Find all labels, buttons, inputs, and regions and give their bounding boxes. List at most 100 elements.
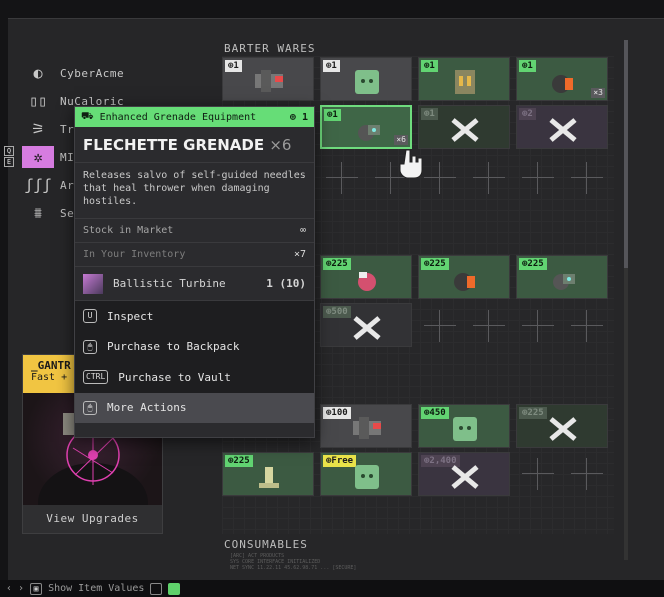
cost-badge: ⊕1: [421, 108, 438, 120]
tooltip-title: FLECHETTE GRENADE ×6: [75, 127, 314, 158]
market-slot-locked[interactable]: ⊕1: [418, 105, 510, 149]
item-multiplier: ×6: [269, 136, 292, 154]
key-hint-icon: ▣: [30, 582, 43, 595]
cost-badge: ⊕225: [519, 407, 547, 419]
cost-badge: ⊕1: [324, 109, 341, 121]
launcher-icon: [353, 417, 381, 439]
item-name: FLECHETTE GRENADE: [83, 136, 265, 154]
market-slot[interactable]: ⊕450: [418, 404, 510, 448]
purchase-vault-action[interactable]: CTRL Purchase to Vault: [75, 362, 314, 393]
toggle-on-icon[interactable]: [168, 582, 181, 595]
market-slot[interactable]: ⊕1: [418, 57, 510, 101]
vendor-name: CyberAcme: [60, 66, 125, 80]
market-slot[interactable]: ⊕1: [222, 57, 314, 101]
empty-slot-icon: [473, 162, 505, 194]
locked-icon: [549, 118, 577, 142]
purchase-backpack-action[interactable]: 🖱 Purchase to Backpack: [75, 332, 314, 363]
cost-row: Ballistic Turbine 1 (10): [75, 266, 314, 300]
green-crate-icon: [453, 417, 477, 441]
frag-grenade-icon: [454, 273, 475, 291]
nucaloric-logo-icon: ▯▯: [28, 92, 48, 110]
vendor-name: MI: [60, 150, 75, 164]
stock-label: Stock in Market: [83, 225, 174, 236]
scrollbar-thumb[interactable]: [624, 40, 628, 268]
cost-badge: ⊕450: [421, 407, 449, 419]
ctrl-click-icon: CTRL: [83, 370, 109, 385]
market-scrollbar[interactable]: [624, 40, 628, 560]
flechette-grenade-icon: [358, 125, 380, 141]
key-hint-icon: Q: [4, 146, 14, 156]
cyberacme-logo-icon: ◐: [33, 64, 43, 82]
empty-slot-icon: [473, 310, 505, 342]
tooltip-actions: U Inspect 🖱 Purchase to Backpack CTRL Pu…: [75, 300, 314, 423]
frag-grenade-icon: [552, 75, 573, 93]
action-label: Purchase to Backpack: [107, 340, 240, 354]
locked-icon: [451, 465, 479, 489]
cost-badge: ⊕225: [421, 258, 449, 270]
hint-bar: ‹ › ▣ Show Item Values: [0, 580, 664, 597]
market-slot-locked[interactable]: ⊕2: [516, 105, 608, 149]
empty-slot-icon: [522, 458, 554, 490]
market-slot[interactable]: ⊕1 ×3: [516, 57, 608, 101]
market-slot[interactable]: ⊕225: [418, 255, 510, 299]
cost-badge: ⊕2: [519, 108, 536, 120]
market-slot[interactable]: ⊕1: [320, 57, 412, 101]
market-slot[interactable]: ⊕Free: [320, 452, 412, 496]
stock-value: ∞: [299, 225, 306, 236]
market-slot-locked[interactable]: ⊕2,400: [418, 452, 510, 496]
vendor-cyberacme[interactable]: ◐ CyberAcme: [22, 60, 162, 86]
key-u-icon: U: [83, 309, 97, 324]
vendor-name: Ar: [60, 178, 75, 192]
quantity-label: ×6: [394, 135, 408, 145]
cost-item-name: Ballistic Turbine: [113, 277, 226, 290]
cost-badge: ⊕1: [323, 60, 340, 72]
empty-slot-icon: [424, 162, 456, 194]
cost-value: 1 (10): [266, 277, 306, 290]
green-crate-icon: [355, 465, 379, 489]
market-slot[interactable]: ⊕225: [516, 255, 608, 299]
market-slot[interactable]: ⊕225: [222, 452, 314, 496]
action-label: More Actions: [107, 401, 187, 415]
locked-icon: [353, 316, 381, 340]
cost-badge: ⊕225: [519, 258, 547, 270]
tab-switch-keys: Q E: [4, 146, 16, 168]
cost-badge: ⊕500: [323, 306, 351, 318]
market-slot-locked[interactable]: ⊕500: [320, 303, 412, 347]
cost-badge: ⊕1: [225, 60, 242, 72]
item-tooltip: ⛟ Enhanced Grenade Equipment ⊕ 1 FLECHET…: [74, 106, 315, 438]
action-label: Purchase to Vault: [118, 370, 231, 384]
grenade-category-icon: ⛟: [81, 110, 94, 122]
locked-icon: [451, 118, 479, 142]
ballistic-turbine-icon: [83, 273, 103, 294]
inspect-action[interactable]: U Inspect: [75, 301, 314, 332]
empty-slot-icon: [424, 310, 456, 342]
pink-grenade-icon: [358, 272, 376, 291]
market-slot[interactable]: ⊕100: [320, 404, 412, 448]
inventory-row: In Your Inventory ×7: [75, 242, 314, 266]
mouse-right-click-icon: 🖱: [83, 400, 97, 415]
tooltip-description: Releases salvo of self-guided needles th…: [75, 162, 314, 218]
action-label: Inspect: [107, 309, 154, 323]
empty-slot-icon: [571, 162, 603, 194]
market-slot-selected[interactable]: ⊕1 ×6: [320, 105, 412, 149]
quantity-label: ×3: [591, 88, 605, 98]
cost-badge: ⊕225: [225, 455, 253, 467]
ammo-pack-icon: [455, 70, 475, 94]
cost-badge: ⊕1: [421, 60, 438, 72]
green-crate-icon: [355, 70, 379, 94]
footer-line: NET SYNC 11.22.11 45.62.98.71 ... [SECUR…: [230, 565, 357, 571]
stock-row: Stock in Market ∞: [75, 218, 314, 242]
trophy-icon: [259, 467, 279, 488]
empty-slot-icon: [326, 162, 358, 194]
toggle-off-icon[interactable]: [150, 582, 163, 595]
market-slot-locked[interactable]: ⊕225: [516, 404, 608, 448]
traxus-logo-icon: ⚞: [31, 120, 45, 138]
tooltip-category: Enhanced Grenade Equipment: [99, 111, 257, 123]
more-actions-action[interactable]: 🖱 More Actions: [75, 392, 314, 423]
view-upgrades-button[interactable]: View Upgrades: [23, 505, 162, 533]
cost-badge: ⊕225: [323, 258, 351, 270]
vendor-name: Tr: [60, 122, 75, 136]
show-item-values-label[interactable]: Show Item Values: [48, 583, 144, 594]
market-slot[interactable]: ⊕225: [320, 255, 412, 299]
cost-badge: ⊕100: [323, 407, 351, 419]
